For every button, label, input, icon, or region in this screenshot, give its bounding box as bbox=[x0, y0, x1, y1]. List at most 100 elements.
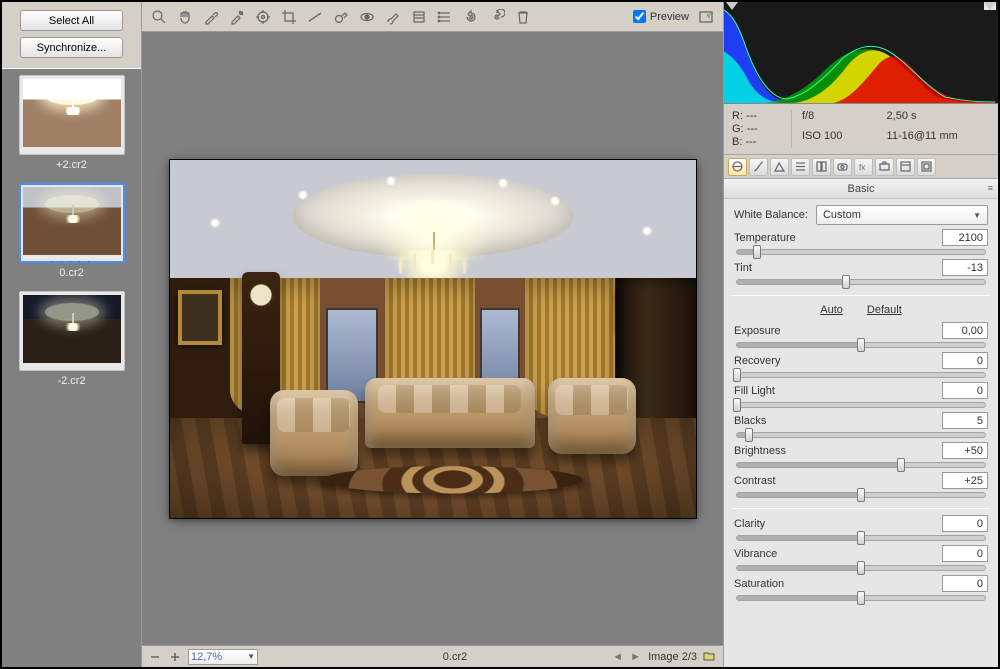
zoom-icon[interactable] bbox=[150, 8, 168, 26]
slider-track[interactable] bbox=[736, 372, 986, 378]
tab-detail[interactable] bbox=[770, 158, 789, 176]
target-adjust-icon[interactable] bbox=[254, 8, 272, 26]
slider-thumb[interactable] bbox=[857, 488, 865, 502]
filmstrip-buttons: Select All Synchronize... bbox=[2, 2, 141, 62]
slider-track[interactable] bbox=[736, 432, 986, 438]
thumbnail-item[interactable]: . . . . .0.cr2 bbox=[8, 183, 135, 279]
tab-presets[interactable] bbox=[896, 158, 915, 176]
zoom-level-dropdown[interactable]: 12,7% ▼ bbox=[188, 649, 258, 665]
slider-thumb[interactable] bbox=[857, 531, 865, 545]
slider-value-input[interactable]: 0 bbox=[942, 352, 988, 369]
thumbnail-item[interactable]: +2.cr2 bbox=[8, 75, 135, 171]
slider-value-input[interactable]: 0 bbox=[942, 575, 988, 592]
open-folder-icon[interactable] bbox=[703, 650, 717, 664]
spot-removal-icon[interactable] bbox=[332, 8, 350, 26]
slider-value-input[interactable]: 0 bbox=[942, 515, 988, 532]
slider-exposure: Exposure 0,00 bbox=[724, 318, 998, 348]
highlight-clip-marker-icon[interactable] bbox=[984, 2, 996, 10]
shadow-clip-marker-icon[interactable] bbox=[726, 2, 738, 10]
preview-checkbox[interactable]: Preview bbox=[633, 10, 689, 23]
panel-body[interactable]: Basic ≡ White Balance: Custom ▼ Temperat… bbox=[724, 179, 998, 667]
slider-thumb[interactable] bbox=[733, 368, 741, 382]
slider-track[interactable] bbox=[736, 342, 986, 348]
slider-thumb[interactable] bbox=[842, 275, 850, 289]
tab-lens-corrections[interactable] bbox=[833, 158, 852, 176]
thumbnail-box[interactable] bbox=[19, 291, 125, 371]
thumbnail-box[interactable] bbox=[19, 75, 125, 155]
slider-label: Contrast bbox=[734, 475, 776, 487]
histogram[interactable] bbox=[724, 2, 998, 104]
adjustment-brush-icon[interactable] bbox=[384, 8, 402, 26]
slider-value-input[interactable]: 0 bbox=[942, 382, 988, 399]
white-balance-dropdown[interactable]: Custom ▼ bbox=[816, 205, 988, 225]
toolbar: Preview bbox=[142, 2, 723, 32]
main-image bbox=[170, 160, 696, 518]
slider-thumb[interactable] bbox=[745, 428, 753, 442]
chevron-down-icon: ▼ bbox=[973, 211, 981, 220]
auto-link[interactable]: Auto bbox=[820, 304, 843, 316]
tab-basic[interactable] bbox=[728, 158, 747, 176]
slider-track[interactable] bbox=[736, 249, 986, 255]
slider-track[interactable] bbox=[736, 595, 986, 601]
thumbnail-box[interactable]: . . . . . bbox=[19, 183, 125, 263]
tab-camera-calibration[interactable] bbox=[875, 158, 894, 176]
image-viewer[interactable] bbox=[142, 32, 723, 645]
white-balance-eyedropper-icon[interactable] bbox=[202, 8, 220, 26]
prev-image-icon[interactable]: ◄ bbox=[612, 651, 624, 663]
rotate-cw-icon[interactable] bbox=[488, 8, 506, 26]
color-sampler-icon[interactable] bbox=[228, 8, 246, 26]
zoom-in-icon[interactable] bbox=[168, 650, 182, 664]
slider-label: Brightness bbox=[734, 445, 786, 457]
slider-track[interactable] bbox=[736, 565, 986, 571]
tab-snapshots[interactable] bbox=[917, 158, 936, 176]
slider-value-input[interactable]: +25 bbox=[942, 472, 988, 489]
tab-effects[interactable]: fx bbox=[854, 158, 873, 176]
slider-value-input[interactable]: 0,00 bbox=[942, 322, 988, 339]
panel-header: Basic ≡ bbox=[724, 179, 998, 199]
slider-thumb[interactable] bbox=[753, 245, 761, 259]
slider-value-input[interactable]: 5 bbox=[942, 412, 988, 429]
tab-tone-curve[interactable] bbox=[749, 158, 768, 176]
synchronize-button[interactable]: Synchronize... bbox=[20, 37, 123, 58]
next-image-icon[interactable]: ► bbox=[630, 651, 642, 663]
slider-thumb[interactable] bbox=[857, 591, 865, 605]
thumbnail-item[interactable]: -2.cr2 bbox=[8, 291, 135, 387]
slider-track[interactable] bbox=[736, 279, 986, 285]
exif-readout: R: --- G: --- B: --- f/8 2,50 s ISO 100 … bbox=[724, 104, 998, 155]
zoom-out-icon[interactable] bbox=[148, 650, 162, 664]
slider-blacks: Blacks5 bbox=[724, 408, 998, 438]
slider-thumb[interactable] bbox=[897, 458, 905, 472]
preferences-list-icon[interactable] bbox=[436, 8, 454, 26]
redeye-icon[interactable] bbox=[358, 8, 376, 26]
slider-value-input[interactable]: 0 bbox=[942, 545, 988, 562]
slider-value-input[interactable]: 2100 bbox=[942, 229, 988, 246]
slider-thumb[interactable] bbox=[733, 398, 741, 412]
image-index-label: Image 2/3 bbox=[648, 651, 697, 663]
graduated-filter-icon[interactable] bbox=[410, 8, 428, 26]
straighten-icon[interactable] bbox=[306, 8, 324, 26]
slider-thumb[interactable] bbox=[857, 338, 865, 352]
crop-icon[interactable] bbox=[280, 8, 298, 26]
rotate-ccw-icon[interactable] bbox=[462, 8, 480, 26]
filmstrip-list[interactable]: +2.cr2 . . . . .0.cr2 -2.cr2 bbox=[2, 69, 141, 667]
tab-hsl[interactable] bbox=[791, 158, 810, 176]
preview-checkbox-input[interactable] bbox=[633, 10, 646, 23]
select-all-button[interactable]: Select All bbox=[20, 10, 123, 31]
readout-g-label: G: bbox=[732, 123, 744, 135]
slider-label: Fill Light bbox=[734, 385, 775, 397]
default-link[interactable]: Default bbox=[867, 304, 902, 316]
slider-track[interactable] bbox=[736, 462, 986, 468]
slider-vibrance: Vibrance0 bbox=[724, 541, 998, 571]
panel-menu-icon[interactable]: ≡ bbox=[988, 183, 992, 193]
slider-track[interactable] bbox=[736, 535, 986, 541]
slider-thumb[interactable] bbox=[857, 561, 865, 575]
tab-split-toning[interactable] bbox=[812, 158, 831, 176]
slider-label: Exposure bbox=[734, 325, 780, 337]
trash-icon[interactable] bbox=[514, 8, 532, 26]
slider-track[interactable] bbox=[736, 492, 986, 498]
hand-icon[interactable] bbox=[176, 8, 194, 26]
toggle-fullscreen-icon[interactable] bbox=[697, 8, 715, 26]
slider-value-input[interactable]: +50 bbox=[942, 442, 988, 459]
slider-track[interactable] bbox=[736, 402, 986, 408]
slider-value-input[interactable]: -13 bbox=[942, 259, 988, 276]
